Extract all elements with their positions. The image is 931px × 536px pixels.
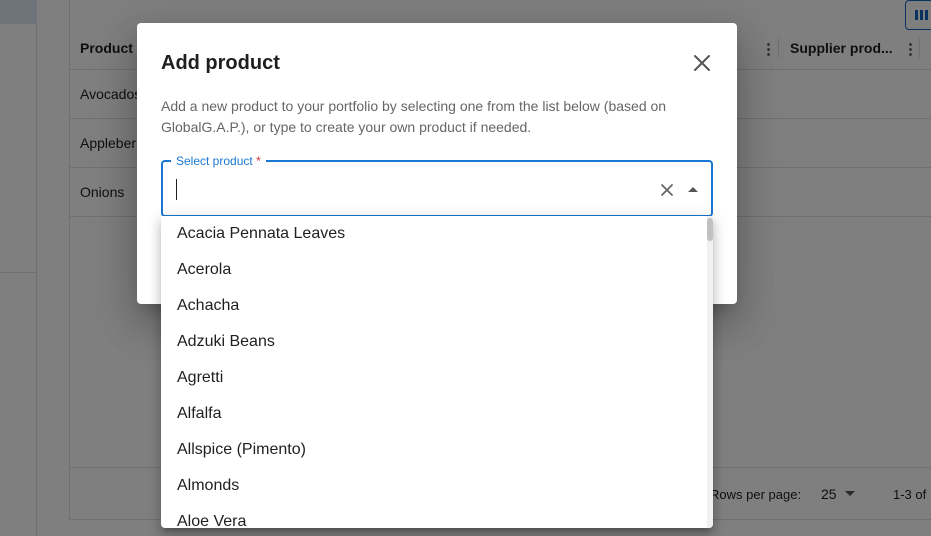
- dialog-description: Add a new product to your portfolio by s…: [161, 98, 667, 135]
- required-marker: *: [256, 154, 261, 168]
- scrollbar-thumb[interactable]: [707, 218, 713, 241]
- product-options-listbox[interactable]: Acacia Pennata Leaves Acerola Achacha Ad…: [161, 216, 713, 528]
- text-cursor: [176, 179, 177, 200]
- clear-icon[interactable]: [657, 180, 677, 200]
- select-product-input[interactable]: [175, 176, 645, 200]
- option-item[interactable]: Almonds: [161, 468, 707, 504]
- arrow-up-icon[interactable]: [683, 180, 703, 200]
- close-icon[interactable]: [690, 51, 714, 75]
- option-item[interactable]: Aloe Vera: [161, 504, 707, 528]
- option-item[interactable]: Allspice (Pimento): [161, 432, 707, 468]
- option-item[interactable]: Achacha: [161, 288, 707, 324]
- scrollbar-track[interactable]: [707, 216, 713, 528]
- select-product-field[interactable]: Select product *: [161, 154, 713, 217]
- option-item[interactable]: Acerola: [161, 252, 707, 288]
- option-item[interactable]: Acacia Pennata Leaves: [161, 216, 707, 252]
- option-item[interactable]: Agretti: [161, 360, 707, 396]
- option-item[interactable]: Adzuki Beans: [161, 324, 707, 360]
- option-item[interactable]: Alfalfa: [161, 396, 707, 432]
- select-product-label: Select product *: [171, 154, 266, 168]
- dialog-title: Add product: [161, 52, 280, 74]
